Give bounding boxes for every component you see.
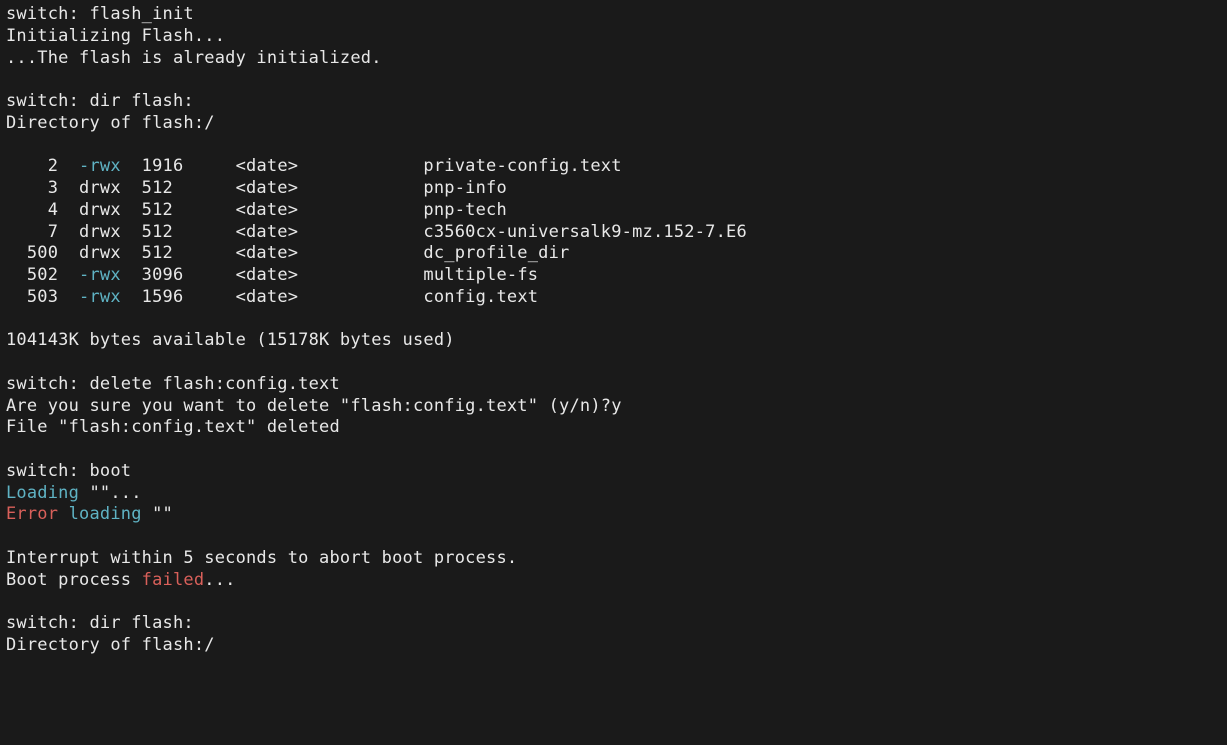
terminal-output[interactable]: switch: flash_init Initializing Flash...…	[0, 0, 1227, 661]
